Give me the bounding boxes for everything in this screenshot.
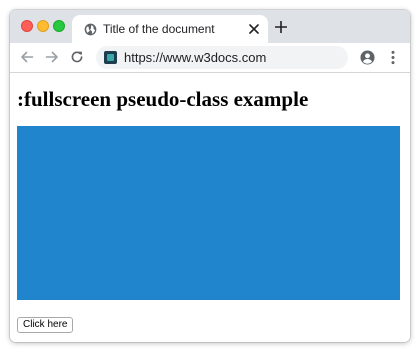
reload-icon[interactable]: [70, 50, 84, 64]
zoom-window-button[interactable]: [53, 20, 65, 32]
close-icon[interactable]: [248, 23, 260, 35]
plus-icon[interactable]: [275, 21, 287, 33]
click-here-button[interactable]: Click here: [17, 317, 74, 333]
arrow-right-icon[interactable]: [45, 50, 59, 64]
tab-title: Title of the document: [103, 22, 215, 36]
page-content: :fullscreen pseudo-class example Click h…: [10, 73, 410, 342]
globe-icon: [84, 23, 97, 36]
fullscreen-target-box: [17, 126, 400, 300]
w3docs-site-icon: [104, 51, 117, 64]
page-heading: :fullscreen pseudo-class example: [17, 87, 309, 111]
arrow-left-icon[interactable]: [20, 50, 34, 64]
url-text[interactable]: https://www.w3docs.com: [124, 50, 266, 65]
close-window-button[interactable]: [21, 20, 33, 32]
browser-tab[interactable]: Title of the document: [72, 15, 268, 43]
title-bar: Title of the document: [10, 10, 410, 43]
address-bar[interactable]: https://www.w3docs.com: [96, 46, 348, 69]
browser-window: Title of the document https://www.w3docs…: [10, 10, 410, 342]
minimize-window-button[interactable]: [37, 20, 49, 32]
browser-toolbar: https://www.w3docs.com: [10, 43, 410, 73]
kebab-menu-icon[interactable]: [386, 50, 400, 65]
account-circle-icon[interactable]: [360, 50, 375, 65]
